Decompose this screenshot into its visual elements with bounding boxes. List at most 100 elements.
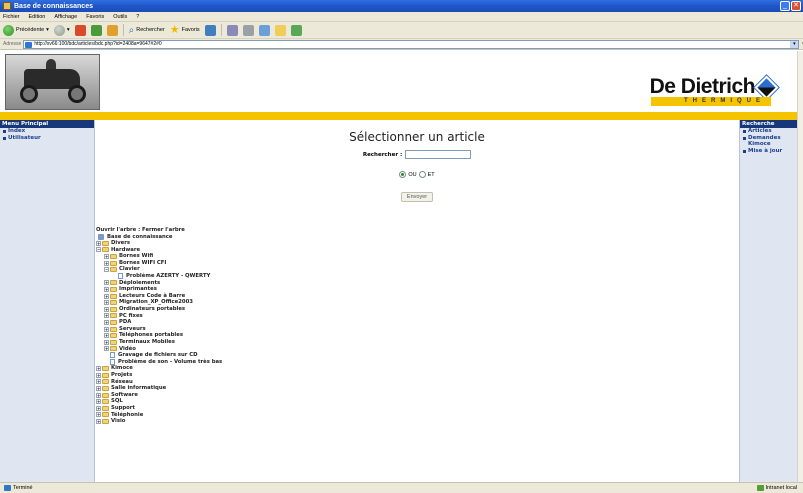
chevron-down-icon[interactable]: ▾ [46, 27, 49, 33]
tree-node[interactable]: Base de connaissance [96, 234, 396, 241]
tree-node[interactable]: + Réseau [96, 379, 396, 386]
edit-icon[interactable] [258, 24, 270, 36]
sidebar-item-label: Utilisateur [8, 134, 41, 141]
sidebar-item-demandes-kimoce[interactable]: Demandes Kimoce [740, 135, 797, 148]
chevron-down-icon[interactable]: ▾ [67, 27, 70, 33]
right-menu-title: Recherche [740, 120, 797, 128]
sidebar-item-mise-a-jour[interactable]: Mise à jour [740, 148, 797, 155]
tree-article[interactable]: Gravage de fichiers sur CD [96, 352, 396, 359]
expand-icon[interactable]: + [104, 313, 109, 319]
expand-icon[interactable]: + [104, 260, 109, 266]
tree-node[interactable]: + PC fixes [96, 313, 396, 320]
tree-node[interactable]: + Software [96, 392, 396, 399]
folder-icon [110, 326, 117, 332]
tree-article[interactable]: Problème AZERTY - QWERTY [96, 273, 396, 280]
refresh-icon[interactable] [90, 24, 102, 36]
expand-icon[interactable]: + [96, 372, 101, 378]
stop-icon[interactable] [74, 24, 86, 36]
radio-et[interactable] [418, 171, 426, 178]
tree-node[interactable]: + Imprimantes [96, 286, 396, 293]
tree-node[interactable]: + Projets [96, 372, 396, 379]
folder-icon [102, 392, 109, 398]
ie-app-icon [3, 2, 11, 10]
forward-button[interactable]: ▾ [53, 24, 70, 37]
menu-file[interactable]: Fichier [3, 14, 20, 20]
expand-icon[interactable]: + [104, 326, 109, 332]
tree-node[interactable]: + Téléphonie [96, 412, 396, 419]
tree-node[interactable]: + SQL [96, 398, 396, 405]
expand-icon[interactable]: + [104, 287, 109, 293]
expand-icon[interactable]: + [104, 346, 109, 352]
tree-node[interactable]: + Bornes Wifi [96, 253, 396, 260]
submit-row: Envoyer [96, 192, 738, 202]
tree-node[interactable]: + Téléphones portables [96, 332, 396, 339]
expand-icon[interactable]: + [96, 385, 101, 391]
expand-icon[interactable]: + [96, 418, 101, 424]
forward-arrow-icon [53, 24, 65, 36]
folder-icon[interactable] [274, 24, 286, 36]
collapse-icon[interactable]: − [104, 267, 109, 273]
search-input[interactable] [405, 150, 472, 159]
tree-node[interactable]: + Support [96, 405, 396, 412]
tree-node[interactable]: + Vidéo [96, 346, 396, 353]
window-titlebar: Base de connaissances _ ✕ [0, 0, 803, 12]
print-icon[interactable] [242, 24, 254, 36]
search-label: Rechercher [136, 27, 165, 33]
tree-label: Déploiements [119, 279, 161, 286]
tree-node[interactable]: + Divers [96, 240, 396, 247]
address-input[interactable]: http://sv66:100/bdc/articles/bdc.php?id=… [23, 39, 800, 49]
folder-icon [110, 306, 117, 312]
expand-icon[interactable]: + [96, 412, 101, 418]
expand-icon[interactable]: + [104, 339, 109, 345]
menu-help[interactable]: ? [136, 14, 139, 20]
tree-node[interactable]: + Kimoce [96, 365, 396, 372]
expand-icon[interactable]: + [104, 300, 109, 306]
history-icon[interactable] [204, 24, 216, 36]
home-icon[interactable] [106, 24, 118, 36]
menu-view[interactable]: Affichage [54, 14, 77, 20]
bullet-icon [743, 130, 746, 133]
tree-node[interactable]: + Visio [96, 418, 396, 425]
expand-icon[interactable]: + [104, 306, 109, 312]
expand-icon[interactable]: + [96, 379, 101, 385]
menu-bar: Fichier Edition Affichage Favoris Outils… [0, 12, 803, 22]
menu-edit[interactable]: Edition [29, 14, 46, 20]
mail-icon[interactable] [226, 24, 238, 36]
sidebar-item-label: Mise à jour [748, 147, 783, 154]
close-button[interactable]: ✕ [791, 1, 801, 11]
address-dropdown-icon[interactable]: ▾ [790, 40, 799, 48]
radio-ou[interactable] [399, 171, 407, 178]
tree-node[interactable]: − Hardware [96, 247, 396, 254]
menu-tools[interactable]: Outils [113, 14, 127, 20]
menu-favorites[interactable]: Favoris [86, 14, 104, 20]
tree-node[interactable]: + Bornes WIFI CFI [96, 260, 396, 267]
expand-icon[interactable]: + [104, 280, 109, 286]
search-button[interactable]: ⌕ Rechercher [129, 24, 165, 37]
expand-icon[interactable]: + [96, 392, 101, 398]
tree-node[interactable]: + Terminaux Mobiles [96, 339, 396, 346]
tree-node[interactable]: + Lecteurs Code à Barre [96, 293, 396, 300]
collapse-icon[interactable]: − [96, 247, 101, 253]
tree-node[interactable]: + Migration_XP_Office2003 [96, 299, 396, 306]
tree-article[interactable]: Problème de son - Volume très bas [96, 359, 396, 366]
vertical-scrollbar[interactable] [797, 51, 803, 482]
tree-node[interactable]: + Déploiements [96, 280, 396, 287]
expand-icon[interactable]: + [96, 405, 101, 411]
minimize-button[interactable]: _ [780, 1, 790, 11]
expand-icon[interactable]: + [104, 333, 109, 339]
tree-node[interactable]: + Ordinateurs portables [96, 306, 396, 313]
expand-icon[interactable]: + [104, 254, 109, 260]
expand-icon[interactable]: + [104, 293, 109, 299]
tree-node[interactable]: + PDA [96, 319, 396, 326]
expand-icon[interactable]: + [96, 399, 101, 405]
tree-node[interactable]: + Salle informatique [96, 385, 396, 392]
folder-icon [110, 346, 117, 352]
favorites-button[interactable]: ★ Favoris [170, 24, 200, 37]
messenger-icon[interactable] [290, 24, 302, 36]
sidebar-item-utilisateur[interactable]: Utilisateur [0, 135, 94, 142]
back-button[interactable]: Précédente ▾ [3, 24, 49, 37]
expand-icon[interactable]: + [96, 240, 101, 246]
submit-button[interactable]: Envoyer [400, 192, 434, 202]
expand-icon[interactable]: + [104, 320, 109, 326]
expand-icon[interactable]: + [96, 366, 101, 372]
